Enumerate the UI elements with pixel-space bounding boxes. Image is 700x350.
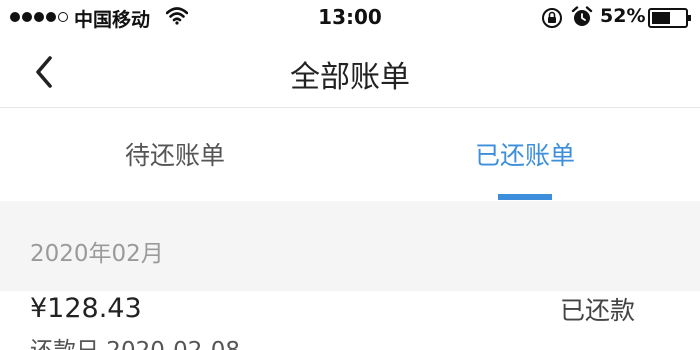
status-bar: 中国移动 13:00 52% (0, 0, 700, 36)
page-title: 全部账单 (290, 60, 410, 95)
month-section-header: 2020年02月 (0, 201, 700, 291)
bill-repayment-date: 还款日 2020-02-08 (30, 331, 240, 350)
battery-percentage: 52% (600, 5, 646, 27)
bill-amount: ¥128.43 (30, 293, 142, 324)
battery-icon (648, 8, 691, 28)
month-label: 2020年02月 (30, 241, 164, 267)
status-time: 13:00 (318, 5, 382, 29)
bill-tabs: 待还账单 已还账单 (0, 108, 700, 201)
bill-status: 已还款 (560, 296, 636, 325)
navigation-bar: 全部账单 (0, 36, 700, 108)
tab-label: 待还账单 (124, 141, 225, 170)
tab-paid-bills[interactable]: 已还账单 (350, 108, 700, 201)
rotation-lock-icon (542, 8, 562, 28)
alarm-clock-icon (571, 6, 593, 26)
active-tab-indicator (498, 194, 552, 200)
bill-list-item[interactable]: ¥128.43 已还款 还款日 2020-02-08 (0, 291, 700, 350)
tab-label: 已还账单 (474, 141, 575, 170)
tab-pending-bills[interactable]: 待还账单 (0, 108, 350, 201)
